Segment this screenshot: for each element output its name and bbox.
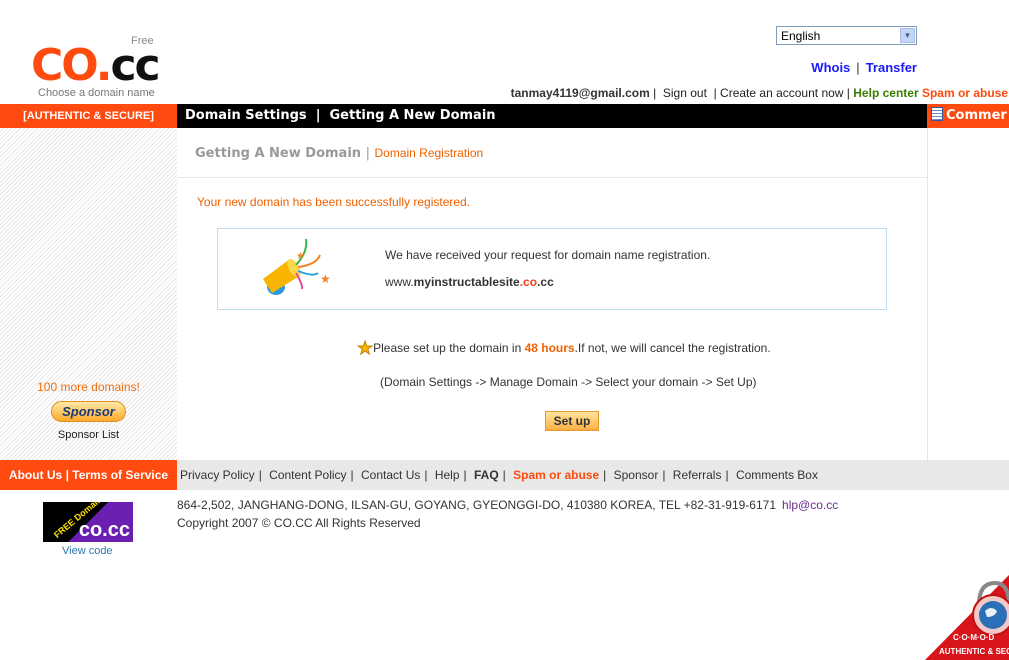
nav-domain-settings[interactable]: Domain Settings <box>185 108 307 123</box>
comodo-subtext: AUTHENTIC & SECU <box>939 647 1009 656</box>
badge-brand: co.cc <box>78 519 130 541</box>
free-dns-badge[interactable]: FREE Domain DNS co.cc <box>43 502 133 542</box>
comments-label: Commer <box>946 108 1007 123</box>
address-text: 864-2,502, JANGHANG-DONG, ILSAN-GU, GOYA… <box>177 498 777 512</box>
notice-text-end: .If not, we will cancel the registration… <box>574 341 771 355</box>
footer-link-contact[interactable]: Contact Us <box>361 468 420 482</box>
spam-link[interactable]: Spam or abuse <box>922 86 1008 100</box>
footer-link-help[interactable]: Help <box>435 468 460 482</box>
logo-tagline: Choose a domain name <box>38 87 155 99</box>
svg-text:★: ★ <box>296 251 305 262</box>
footer-link-privacy[interactable]: Privacy Policy <box>180 468 255 482</box>
setup-button[interactable]: Set up <box>545 411 599 431</box>
domain-prefix: www. <box>385 275 414 289</box>
right-column <box>927 128 1009 460</box>
nav-new-domain[interactable]: Getting A New Domain <box>330 108 496 123</box>
comodo-seal[interactable]: C·O·M·O·D AUTHENTIC & SECU <box>925 575 1009 660</box>
transfer-link[interactable]: Transfer <box>866 60 917 75</box>
chevron-down-icon[interactable]: ▼ <box>900 28 915 43</box>
email-link[interactable]: hlp@co.cc <box>782 498 838 512</box>
footer-left: About Us | Terms of Service <box>0 460 177 490</box>
footer-link-faq[interactable]: FAQ <box>474 468 499 482</box>
top-links: Whois | Transfer <box>811 60 917 75</box>
breadcrumb: Getting A New Domain | Domain Registrati… <box>195 146 483 161</box>
account-email: tanmay4119@gmail.com <box>510 86 650 100</box>
comments-tab[interactable]: Commer <box>927 104 1009 128</box>
footer-link-spam[interactable]: Spam or abuse <box>513 468 599 482</box>
confirmation-box: ★ ★ We have received your request for dom… <box>217 228 887 310</box>
domain-co: .co <box>519 275 538 289</box>
address: 864-2,502, JANGHANG-DONG, ILSAN-GU, GOYA… <box>177 498 838 512</box>
logo-co: CO. <box>31 40 112 91</box>
received-text: We have received your request for domain… <box>385 248 711 262</box>
terms-link[interactable]: Terms of Service <box>72 468 168 482</box>
whois-link[interactable]: Whois <box>811 60 850 75</box>
domain-label: myinstructablesite <box>413 275 520 289</box>
comodo-text: C·O·M·O·D <box>953 633 995 642</box>
separator: | <box>365 146 370 161</box>
setup-instructions: (Domain Settings -> Manage Domain -> Sel… <box>380 375 757 389</box>
document-icon <box>931 107 943 121</box>
footer-link-content[interactable]: Content Policy <box>269 468 346 482</box>
party-popper-icon: ★★ <box>263 238 331 295</box>
separator: | <box>315 108 321 123</box>
separator: | <box>856 60 860 75</box>
star-icon: ★ <box>356 338 374 359</box>
logo-cc: cc <box>110 40 160 91</box>
copyright: Copyright 2007 © CO.CC All Rights Reserv… <box>177 516 421 530</box>
divider <box>177 177 927 178</box>
sponsor-list-link[interactable]: Sponsor List <box>0 429 177 441</box>
domain-name: www.myinstructablesite.co.cc <box>385 275 554 289</box>
account-bar: tanmay4119@gmail.com | Sign out | Create… <box>510 86 1008 100</box>
about-link[interactable]: About Us <box>9 468 62 482</box>
sponsor-button[interactable]: Sponsor <box>51 401 126 422</box>
breadcrumb-parent[interactable]: Getting A New Domain <box>195 146 361 161</box>
language-value: English <box>781 29 821 43</box>
breadcrumb-current: Domain Registration <box>374 146 484 160</box>
svg-text:★: ★ <box>320 272 331 286</box>
create-account-link[interactable]: Create an account now <box>720 86 843 100</box>
sign-out-link[interactable]: Sign out <box>663 86 707 100</box>
view-code-link[interactable]: View code <box>62 545 113 557</box>
success-message: Your new domain has been successfully re… <box>197 195 471 209</box>
notice-hours: 48 hours <box>524 341 575 355</box>
main-nav: Domain Settings | Getting A New Domain <box>177 104 927 128</box>
logo[interactable]: CO.cc <box>31 44 161 88</box>
notice-text: Please set up the domain in <box>373 341 525 355</box>
footer-link-sponsor[interactable]: Sponsor <box>614 468 659 482</box>
setup-notice: ★Please set up the domain in 48 hours.If… <box>356 338 771 359</box>
footer-link-comments[interactable]: Comments Box <box>736 468 818 482</box>
footer-link-referrals[interactable]: Referrals <box>673 468 722 482</box>
help-center-link[interactable]: Help center <box>853 86 918 100</box>
language-select[interactable]: English ▼ <box>776 26 917 45</box>
authentic-secure-badge: [AUTHENTIC & SECURE] <box>0 104 177 128</box>
footer-links: Privacy Policy | Content Policy | Contact … <box>177 460 1009 490</box>
domain-cc: .cc <box>537 275 554 289</box>
